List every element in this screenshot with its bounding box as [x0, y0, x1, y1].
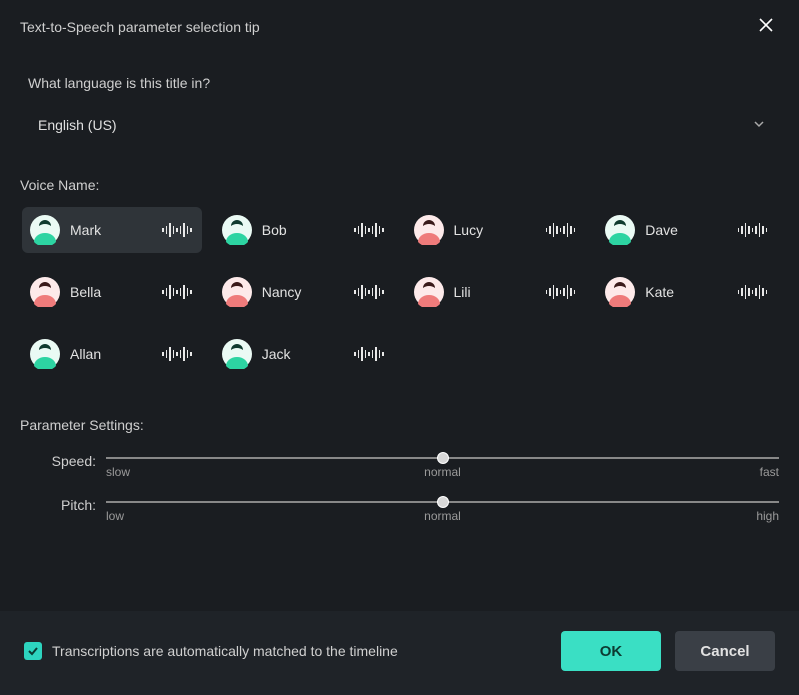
avatar-icon [414, 277, 444, 307]
voice-name-label: Lili [454, 284, 536, 300]
avatar-icon [605, 277, 635, 307]
waveform-icon [162, 285, 192, 299]
avatar-icon [30, 339, 60, 369]
waveform-icon [354, 223, 384, 237]
chevron-down-icon [753, 117, 765, 133]
cancel-button[interactable]: Cancel [675, 631, 775, 671]
pitch-mid-label: normal [424, 509, 461, 523]
language-selected: English (US) [38, 117, 117, 133]
voice-item-jack[interactable]: Jack [214, 331, 394, 377]
voice-section: Voice Name: Mark Bob Lucy Dave Bella Nan… [0, 141, 799, 377]
avatar-icon [414, 215, 444, 245]
voice-item-dave[interactable]: Dave [597, 207, 777, 253]
voice-item-bella[interactable]: Bella [22, 269, 202, 315]
waveform-icon [738, 223, 768, 237]
checkbox-icon [24, 642, 42, 660]
speed-max-label: fast [760, 465, 779, 479]
language-prompt: What language is this title in? [28, 75, 779, 91]
voice-name-label: Allan [70, 346, 152, 362]
speed-row: Speed: slow normal fast [20, 453, 779, 479]
voice-name-label: Bella [70, 284, 152, 300]
close-icon [759, 18, 773, 32]
parameter-section: Parameter Settings: Speed: slow normal f… [0, 377, 799, 541]
voice-section-label: Voice Name: [20, 177, 779, 193]
close-button[interactable] [753, 12, 779, 41]
speed-min-label: slow [106, 465, 130, 479]
voice-name-label: Nancy [262, 284, 344, 300]
waveform-icon [354, 347, 384, 361]
avatar-icon [605, 215, 635, 245]
voice-item-bob[interactable]: Bob [214, 207, 394, 253]
avatar-icon [30, 215, 60, 245]
waveform-icon [162, 347, 192, 361]
voice-item-nancy[interactable]: Nancy [214, 269, 394, 315]
voice-name-label: Kate [645, 284, 727, 300]
dialog-title: Text-to-Speech parameter selection tip [20, 19, 260, 35]
transcription-checkbox[interactable]: Transcriptions are automatically matched… [24, 642, 398, 660]
voice-name-label: Jack [262, 346, 344, 362]
voice-name-label: Mark [70, 222, 152, 238]
footer-buttons: OK Cancel [561, 631, 775, 671]
waveform-icon [738, 285, 768, 299]
avatar-icon [222, 277, 252, 307]
speed-mid-label: normal [424, 465, 461, 479]
speed-thumb[interactable] [437, 452, 449, 464]
voice-item-lucy[interactable]: Lucy [406, 207, 586, 253]
pitch-thumb[interactable] [437, 496, 449, 508]
pitch-min-label: low [106, 509, 124, 523]
voice-name-label: Dave [645, 222, 727, 238]
pitch-row: Pitch: low normal high [20, 497, 779, 523]
ok-button[interactable]: OK [561, 631, 661, 671]
tts-dialog: Text-to-Speech parameter selection tip W… [0, 0, 799, 695]
checkbox-label: Transcriptions are automatically matched… [52, 643, 398, 659]
dialog-footer: Transcriptions are automatically matched… [0, 611, 799, 695]
waveform-icon [354, 285, 384, 299]
voice-name-label: Bob [262, 222, 344, 238]
avatar-icon [222, 339, 252, 369]
voice-item-lili[interactable]: Lili [406, 269, 586, 315]
voice-item-mark[interactable]: Mark [22, 207, 202, 253]
waveform-icon [162, 223, 192, 237]
avatar-icon [30, 277, 60, 307]
speed-slider[interactable]: slow normal fast [106, 453, 779, 479]
waveform-icon [546, 223, 576, 237]
speed-label: Speed: [20, 453, 100, 469]
pitch-slider[interactable]: low normal high [106, 497, 779, 523]
voice-item-kate[interactable]: Kate [597, 269, 777, 315]
language-section: What language is this title in? English … [0, 53, 799, 141]
parameter-label: Parameter Settings: [20, 417, 779, 433]
avatar-icon [222, 215, 252, 245]
pitch-label: Pitch: [20, 497, 100, 513]
pitch-max-label: high [756, 509, 779, 523]
titlebar: Text-to-Speech parameter selection tip [0, 0, 799, 53]
waveform-icon [546, 285, 576, 299]
language-dropdown[interactable]: English (US) [20, 109, 779, 141]
voice-item-allan[interactable]: Allan [22, 331, 202, 377]
voice-name-label: Lucy [454, 222, 536, 238]
voice-grid: Mark Bob Lucy Dave Bella Nancy Lili Kate [20, 207, 779, 377]
